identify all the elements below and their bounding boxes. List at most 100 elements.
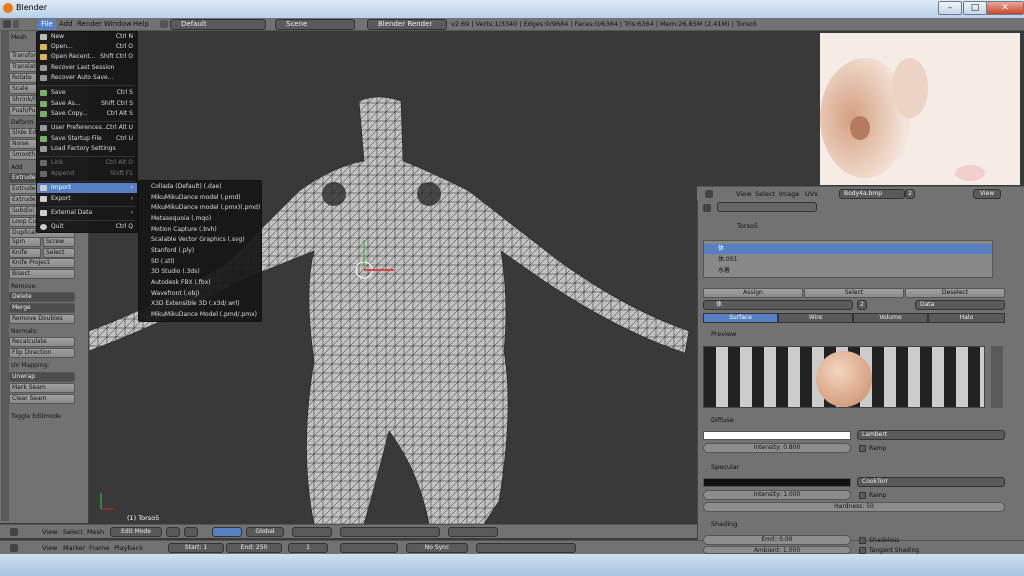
editor-type-icon[interactable] [3, 20, 11, 28]
menu-export[interactable]: Export › [37, 194, 137, 204]
marker-menu[interactable]: Marker [63, 544, 85, 552]
mode-select[interactable]: Edit Mode [110, 527, 162, 537]
editor-type-icon[interactable] [10, 528, 18, 536]
playback-controls[interactable] [340, 543, 398, 553]
specular-panel-header[interactable]: Specular [711, 463, 739, 471]
menu-recover-last[interactable]: Recover Last Session [37, 63, 137, 73]
mark-seam-button[interactable]: Mark Seam [9, 383, 75, 393]
tab-halo[interactable]: Halo [928, 313, 1005, 323]
menu-open-recent[interactable]: Open Recent... Shift Ctrl O [37, 52, 137, 62]
import-mmd-model[interactable]: MikuMikuDance Model (.pmd/.pmx) [139, 310, 261, 321]
import-pmx-pmd[interactable]: MikuMikuDance model (.pmx)(.pmd) [139, 203, 261, 214]
shading-panel-header[interactable]: Shading [711, 520, 737, 528]
clear-seam-button[interactable]: Clear Seam [9, 394, 75, 404]
menu-save-as[interactable]: Save As... Shift Ctrl S [37, 99, 137, 109]
toggle-editmode-label[interactable]: Toggle Editmode [11, 413, 61, 420]
menu-save-copy[interactable]: Save Copy... Ctrl Alt S [37, 109, 137, 119]
timeline-view-menu[interactable]: View [42, 544, 57, 552]
assign-button[interactable]: Assign [703, 288, 803, 298]
current-frame-field[interactable]: 1 [288, 543, 328, 553]
link-data-select[interactable]: Data [915, 300, 1005, 310]
menu-import[interactable]: Import › [37, 183, 137, 193]
menu-recover-auto[interactable]: Recover Auto Save... [37, 73, 137, 83]
uv-select-menu[interactable]: Select [755, 190, 775, 198]
import-pmd[interactable]: MikuMikuDance model (.pmd) [139, 193, 261, 204]
close-button[interactable]: ✕ [986, 1, 1024, 15]
shadeless-checkbox[interactable] [859, 537, 866, 544]
keying-set[interactable] [476, 543, 576, 553]
menu-load-factory[interactable]: Load Factory Settings [37, 144, 137, 154]
orientation-select[interactable]: Global [246, 527, 284, 537]
mesh-menu[interactable]: Mesh [87, 528, 104, 536]
material-slot-item[interactable]: 水着 [704, 266, 992, 276]
menu-quit[interactable]: Quit Ctrl Q [37, 222, 137, 232]
shelf-tabs[interactable] [1, 31, 9, 521]
import-ply[interactable]: Stanford (.ply) [139, 246, 261, 257]
menu-window[interactable]: Window [104, 20, 132, 28]
select-mode-buttons[interactable] [340, 527, 440, 537]
uv-image-menu[interactable]: Image [779, 190, 799, 198]
merge-select[interactable]: Merge [9, 303, 75, 313]
tangent-shading-checkbox[interactable] [859, 547, 866, 554]
material-name-field[interactable]: 体 [703, 300, 853, 310]
shading-select[interactable] [166, 527, 180, 537]
manipulator-toggle[interactable] [212, 527, 242, 537]
tool-bisect[interactable]: Bisect [9, 269, 75, 279]
uv-view-menu[interactable]: View [736, 190, 751, 198]
remove-doubles-button[interactable]: Remove Doubles [9, 314, 75, 324]
context-tabs[interactable] [717, 202, 817, 212]
menu-render[interactable]: Render [77, 20, 102, 28]
diffuse-panel-header[interactable]: Diffuse [711, 416, 734, 424]
preview-panel-header[interactable]: Preview [711, 330, 736, 338]
ambient-slider[interactable]: Ambient: 1.000 [703, 546, 851, 554]
editor-type-icon[interactable] [10, 544, 18, 552]
diffuse-shader-select[interactable]: Lambert [857, 430, 1005, 440]
diffuse-ramp-checkbox[interactable] [859, 445, 866, 452]
layout-select[interactable]: Default [170, 19, 266, 30]
pivot-select[interactable] [184, 527, 198, 537]
tool-screw[interactable]: Screw [43, 237, 75, 247]
import-svg[interactable]: Scalable Vector Graphics (.svg) [139, 235, 261, 246]
import-collada[interactable]: Collada (Default) (.dae) [139, 182, 261, 193]
menu-user-prefs[interactable]: User Preferences... Ctrl Alt U [37, 123, 137, 133]
tab-wire[interactable]: Wire [778, 313, 853, 323]
tool-knife-select[interactable]: Select [43, 248, 75, 258]
editor-type-icon[interactable] [705, 190, 713, 198]
specular-color-swatch[interactable] [703, 478, 851, 487]
select-button[interactable]: Select [804, 288, 904, 298]
delete-select[interactable]: Delete [9, 292, 75, 302]
menu-save-startup[interactable]: Save Startup File Ctrl U [37, 134, 137, 144]
emit-slider[interactable]: Emit: 0.00 [703, 535, 851, 545]
end-frame-field[interactable]: End: 250 [226, 543, 282, 553]
import-fbx[interactable]: Autodesk FBX (.fbx) [139, 278, 261, 289]
proportional-edit[interactable] [448, 527, 498, 537]
unwrap-select[interactable]: Unwrap [9, 372, 75, 382]
minimize-button[interactable]: – [938, 1, 962, 15]
uv-view-select[interactable]: View [973, 189, 1001, 199]
specular-shader-select[interactable]: CookTorr [857, 477, 1005, 487]
diffuse-color-swatch[interactable] [703, 431, 851, 440]
tool-knife[interactable]: Knife [9, 248, 41, 258]
sync-select[interactable]: No Sync [406, 543, 468, 553]
menu-new[interactable]: New Ctrl N [37, 32, 137, 42]
material-slot-item[interactable]: 体.001 [704, 255, 992, 265]
playback-menu[interactable]: Playback [114, 544, 143, 552]
menu-external-data[interactable]: External Data › [37, 208, 137, 218]
tab-volume[interactable]: Volume [853, 313, 928, 323]
menu-link[interactable]: Link Ctrl Alt O [37, 158, 137, 168]
import-stl[interactable]: Stl (.stl) [139, 257, 261, 268]
preview-type-buttons[interactable] [991, 346, 1003, 408]
import-x3d[interactable]: X3D Extensible 3D (.x3d/.wrl) [139, 299, 261, 310]
import-bvh[interactable]: Motion Capture (.bvh) [139, 225, 261, 236]
frame-menu[interactable]: Frame [89, 544, 109, 552]
diffuse-intensity-slider[interactable]: Intensity: 0.800 [703, 443, 851, 453]
menu-append[interactable]: Append Shift F1 [37, 169, 137, 179]
maximize-button[interactable]: □ [963, 1, 987, 15]
menu-open[interactable]: Open... Ctrl O [37, 42, 137, 52]
menu-help[interactable]: Help [133, 20, 149, 28]
tool-spin[interactable]: Spin [9, 237, 41, 247]
hardness-slider[interactable]: Hardness: 50 [703, 502, 1005, 512]
layers-grid[interactable] [292, 527, 332, 537]
layout-icon[interactable] [160, 20, 168, 28]
material-slot-item[interactable]: 体 [704, 244, 992, 254]
